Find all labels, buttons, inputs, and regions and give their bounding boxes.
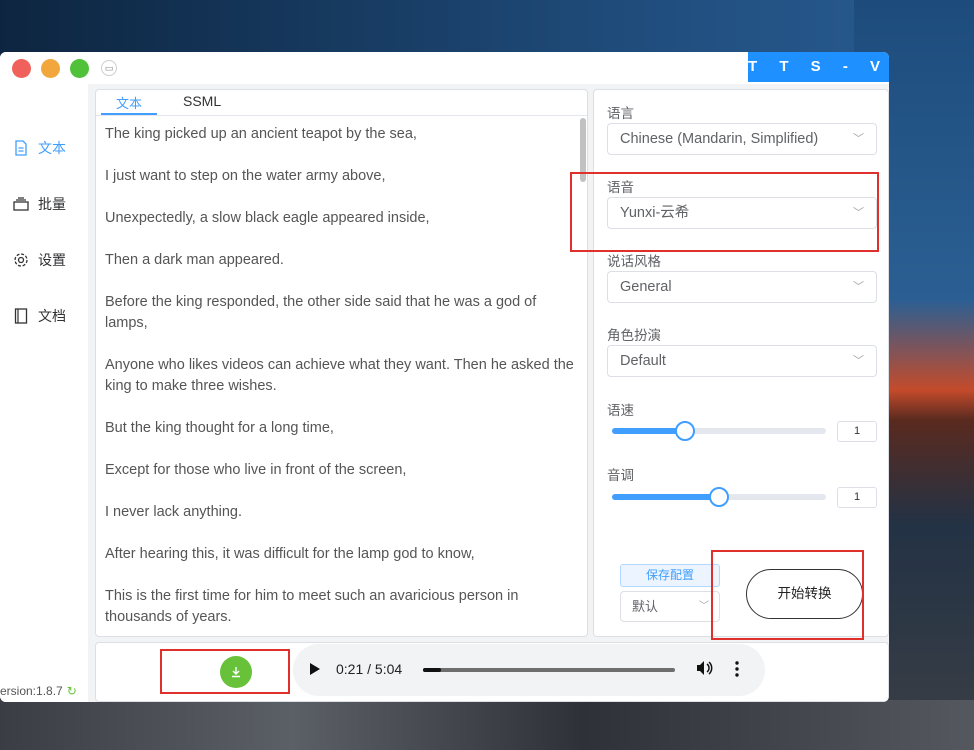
chevron-down-icon: ﹀ bbox=[853, 355, 864, 367]
text-paragraph: After hearing this, it was difficult for… bbox=[105, 546, 475, 562]
chevron-down-icon: ﹀ bbox=[699, 601, 709, 612]
playback-time: 0:21 / 5:04 bbox=[336, 661, 403, 677]
pitch-label: 音调 bbox=[607, 468, 634, 483]
volume-icon[interactable] bbox=[695, 659, 713, 677]
document-icon bbox=[12, 139, 30, 157]
style-label: 说话风格 bbox=[607, 254, 661, 269]
sidebar-item-label: 文档 bbox=[38, 308, 66, 324]
gear-icon bbox=[12, 251, 30, 269]
text-paragraph: This is the first time for him to meet s… bbox=[105, 588, 519, 625]
rate-label: 语速 bbox=[607, 403, 634, 418]
app-brand: T T S - V U E bbox=[748, 52, 889, 105]
pitch-input[interactable]: 1 bbox=[837, 487, 877, 508]
chevron-down-icon: ﹀ bbox=[853, 281, 864, 293]
text-paragraph: I just want to step on the water army ab… bbox=[105, 168, 386, 184]
desktop-wallpaper bbox=[0, 0, 974, 55]
tab-ssml[interactable]: SSML bbox=[183, 93, 221, 109]
sidebar-item-batch[interactable]: 批量 bbox=[0, 189, 88, 219]
more-options-icon[interactable] bbox=[735, 661, 739, 677]
sidebar-item-docs[interactable]: 文档 bbox=[0, 301, 88, 331]
editor-tabs: 文本 SSML bbox=[96, 90, 587, 116]
language-select[interactable]: Chinese (Mandarin, Simplified) ﹀ bbox=[607, 123, 877, 155]
playback-progress-fill bbox=[423, 668, 441, 672]
pitch-slider-fill bbox=[612, 494, 719, 500]
book-icon bbox=[12, 307, 30, 325]
pitch-slider[interactable] bbox=[612, 487, 826, 507]
highlight-box-download bbox=[160, 649, 290, 694]
rate-slider[interactable] bbox=[612, 421, 826, 441]
text-input-area[interactable]: The king picked up an ancient teapot by … bbox=[105, 124, 575, 629]
tab-text[interactable]: 文本 bbox=[116, 93, 142, 112]
desktop-wallpaper-shore bbox=[0, 700, 974, 750]
sidebar: 文本 批量 设置 文档 ersion:1.8.7 ↻ bbox=[0, 84, 88, 702]
sidebar-item-settings[interactable]: 设置 bbox=[0, 245, 88, 275]
role-select[interactable]: Default ﹀ bbox=[607, 345, 877, 377]
rate-input[interactable]: 1 bbox=[837, 421, 877, 442]
stack-icon bbox=[12, 195, 30, 213]
save-config-button[interactable]: 保存配置 bbox=[620, 564, 720, 587]
text-paragraph: Before the king responded, the other sid… bbox=[105, 294, 537, 331]
sidebar-item-label: 文本 bbox=[38, 140, 66, 156]
text-paragraph: I never lack anything. bbox=[105, 504, 243, 520]
text-editor-panel: 文本 SSML The king picked up an ancient te… bbox=[95, 89, 588, 637]
maximize-window-button[interactable] bbox=[70, 59, 89, 78]
title-bar: ▭ T T S - V U E bbox=[0, 52, 889, 105]
minimize-window-button[interactable] bbox=[41, 59, 60, 78]
sidebar-item-label: 批量 bbox=[38, 196, 66, 212]
close-window-button[interactable] bbox=[12, 59, 31, 78]
text-paragraph: The king picked up an ancient teapot by … bbox=[105, 126, 417, 142]
chevron-down-icon: ﹀ bbox=[853, 133, 864, 145]
highlight-box-voice bbox=[570, 172, 879, 252]
preset-select[interactable]: 默认 ﹀ bbox=[620, 591, 720, 622]
text-paragraph: Unexpectedly, a slow black eagle appeare… bbox=[105, 210, 430, 226]
language-label: 语言 bbox=[607, 106, 634, 121]
pitch-slider-handle[interactable] bbox=[709, 487, 729, 507]
playback-progress[interactable] bbox=[423, 668, 675, 672]
play-icon[interactable] bbox=[309, 662, 321, 676]
style-select[interactable]: General ﹀ bbox=[607, 271, 877, 303]
text-paragraph: Except for those who live in front of th… bbox=[105, 462, 407, 478]
rate-slider-handle[interactable] bbox=[675, 421, 695, 441]
sidebar-item-label: 设置 bbox=[38, 252, 66, 268]
active-tab-indicator bbox=[101, 113, 157, 115]
sidebar-item-text[interactable]: 文本 bbox=[0, 133, 88, 163]
audio-player: 0:21 / 5:04 bbox=[293, 644, 765, 696]
role-label: 角色扮演 bbox=[607, 328, 661, 343]
refresh-icon[interactable]: ↻ bbox=[67, 684, 77, 698]
text-paragraph: Then a dark man appeared. bbox=[105, 252, 284, 268]
highlight-box-start bbox=[711, 550, 864, 640]
text-paragraph: Anyone who likes videos can achieve what… bbox=[105, 357, 574, 394]
version-label: ersion:1.8.7 ↻ bbox=[0, 684, 77, 698]
pin-icon[interactable]: ▭ bbox=[101, 60, 117, 76]
text-paragraph: But the king thought for a long time, bbox=[105, 420, 334, 436]
